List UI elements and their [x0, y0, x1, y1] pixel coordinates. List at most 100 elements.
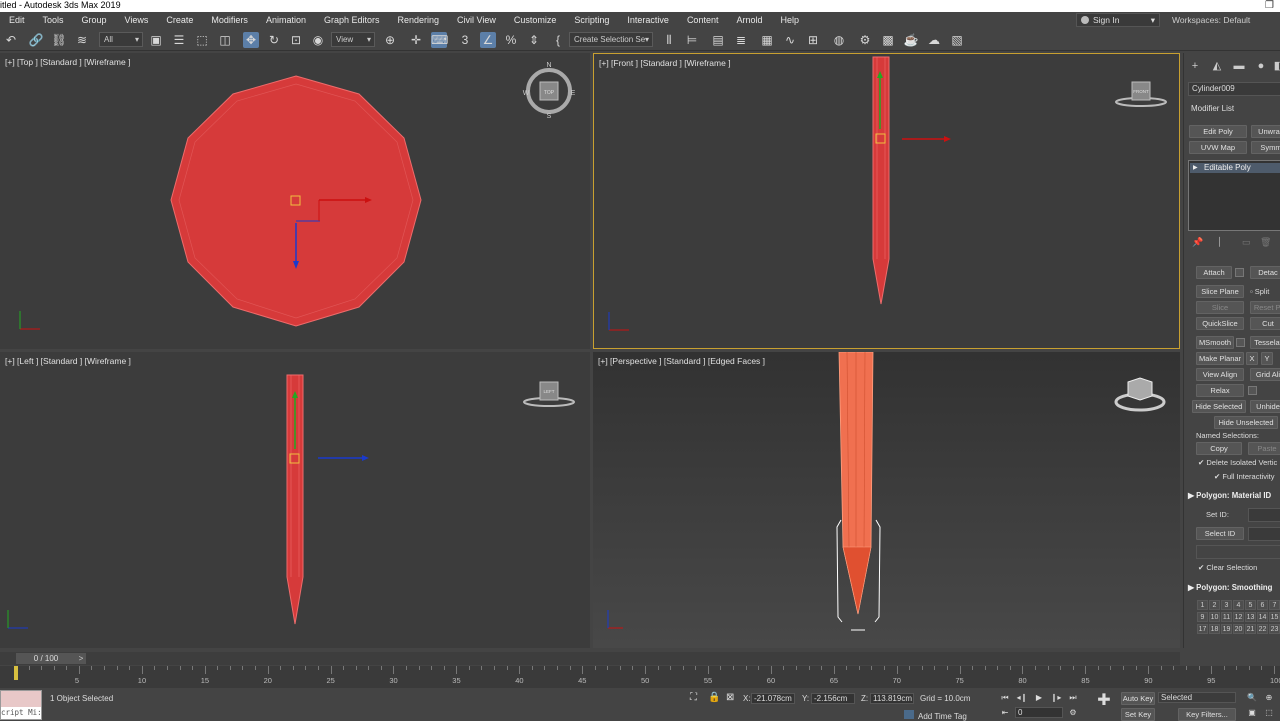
pin-stack-icon[interactable]: 📌 — [1192, 237, 1203, 248]
quickslice-button[interactable]: QuickSlice — [1196, 317, 1244, 330]
select-object-icon[interactable]: ▣ — [148, 32, 164, 48]
modifier-list-dropdown[interactable]: Modifier List — [1188, 103, 1280, 117]
sg-10[interactable]: 10 — [1209, 612, 1220, 622]
snaps-toggle-icon[interactable]: 3 — [457, 32, 473, 48]
sg-5[interactable]: 5 — [1245, 600, 1256, 610]
link-icon[interactable]: 🔗 — [28, 32, 44, 48]
expand-triangle-icon[interactable]: ▶ — [1193, 163, 1198, 173]
menu-arnold[interactable]: Arnold — [727, 12, 771, 28]
clear-selection-checkbox[interactable]: ✔ Clear Selection — [1198, 563, 1257, 572]
set-id-spinner[interactable] — [1248, 508, 1280, 522]
cut-button[interactable]: Cut — [1250, 317, 1280, 330]
schematic-view-icon[interactable]: ⊞ — [805, 32, 821, 48]
delete-isolated-checkbox[interactable]: ✔ Delete Isolated Vertic — [1198, 458, 1277, 467]
menu-create[interactable]: Create — [157, 12, 202, 28]
set-key-button[interactable]: Set Key — [1121, 708, 1155, 721]
menu-scripting[interactable]: Scripting — [565, 12, 618, 28]
render-setup-icon[interactable]: ⚙ — [857, 32, 873, 48]
track-bar[interactable]: 5 10 15 20 25 30 35 40 45 50 55 60 65 70 75 80 85 90 95 100 — [0, 666, 1280, 688]
menu-customize[interactable]: Customize — [505, 12, 566, 28]
material-name-dropdown[interactable] — [1196, 545, 1280, 559]
sg-4[interactable]: 4 — [1233, 600, 1244, 610]
msmooth-button[interactable]: MSmooth — [1196, 336, 1234, 349]
attach-settings-icon[interactable] — [1235, 268, 1244, 277]
selection-filter-dropdown[interactable]: All — [99, 32, 143, 47]
sg-3[interactable]: 3 — [1221, 600, 1232, 610]
time-slider-thumb[interactable]: 0 / 100 — [16, 653, 76, 664]
make-planar-y-button[interactable]: Y — [1261, 352, 1273, 365]
select-rotate-icon[interactable]: ↻ — [266, 32, 282, 48]
sign-in-dropdown[interactable]: Sign In ▾ — [1076, 13, 1160, 27]
menu-group[interactable]: Group — [73, 12, 116, 28]
zoom-all-icon[interactable]: ⊕ — [1262, 692, 1276, 704]
key-filters-button[interactable]: Key Filters... — [1178, 708, 1236, 721]
menu-views[interactable]: Views — [116, 12, 158, 28]
menu-interactive[interactable]: Interactive — [618, 12, 678, 28]
add-time-tag[interactable]: Add Time Tag — [904, 710, 967, 721]
uvw-map-button[interactable]: UVW Map — [1189, 141, 1247, 154]
undo-icon[interactable]: ↶ — [3, 32, 19, 48]
full-interactivity-checkbox[interactable]: ✔ Full Interactivity — [1214, 472, 1274, 481]
pivot-center-icon[interactable]: ⊕ — [382, 32, 398, 48]
attach-button[interactable]: Attach — [1196, 266, 1232, 279]
motion-tab-icon[interactable]: ● — [1254, 59, 1268, 73]
create-tab-icon[interactable]: + — [1188, 59, 1202, 73]
sg-9[interactable]: 9 — [1197, 612, 1208, 622]
view-align-button[interactable]: View Align — [1196, 368, 1244, 381]
select-id-button[interactable]: Select ID — [1196, 527, 1244, 540]
window-crossing-icon[interactable]: ◫ — [217, 32, 233, 48]
spinner-snap-icon[interactable]: ⇕ — [526, 32, 542, 48]
sg-17[interactable]: 17 — [1197, 624, 1208, 634]
placement-icon[interactable]: ◉ — [310, 32, 326, 48]
edit-poly-button[interactable]: Edit Poly — [1189, 125, 1247, 138]
sg-23[interactable]: 23 — [1269, 624, 1280, 634]
unwrap-button[interactable]: Unwrap — [1251, 125, 1280, 138]
object-name-field[interactable]: Cylinder009 — [1188, 82, 1280, 96]
viewport-perspective[interactable]: [+] [Perspective ] [Standard ] [Edged Fa… — [593, 352, 1180, 648]
hide-selected-button[interactable]: Hide Selected — [1192, 400, 1246, 413]
time-cursor[interactable] — [14, 666, 18, 680]
display-tab-icon[interactable]: ◧ — [1272, 59, 1280, 73]
current-frame-field[interactable]: 0 — [1015, 707, 1063, 718]
menu-animation[interactable]: Animation — [257, 12, 315, 28]
keyboard-shortcut-override-icon[interactable]: ⌨ — [431, 32, 448, 48]
detach-button[interactable]: Detac — [1250, 266, 1280, 279]
viewport-left[interactable]: [+] [Left ] [Standard ] [Wireframe ] LEF… — [0, 352, 590, 648]
sg-11[interactable]: 11 — [1221, 612, 1232, 622]
relax-settings-icon[interactable] — [1248, 386, 1257, 395]
zoom-extents-icon[interactable]: ▣ — [1245, 707, 1259, 719]
sg-13[interactable]: 13 — [1245, 612, 1256, 622]
select-manipulate-icon[interactable]: ✛ — [408, 32, 424, 48]
play-icon[interactable]: ▶ — [1032, 692, 1046, 704]
select-by-name-icon[interactable]: ☰ — [171, 32, 187, 48]
zoom-icon[interactable]: 🔍 — [1245, 692, 1259, 704]
render-production-icon[interactable]: ☕ — [903, 32, 919, 48]
edit-named-sets-icon[interactable]: { — [550, 32, 566, 48]
hierarchy-tab-icon[interactable]: ▬ — [1232, 59, 1246, 73]
sg-14[interactable]: 14 — [1257, 612, 1268, 622]
modifier-stack[interactable]: ▶ Editable Poly — [1188, 160, 1280, 231]
split-checkbox[interactable]: ▫ Split — [1250, 287, 1269, 296]
unhide-all-button[interactable]: Unhide — [1250, 400, 1280, 413]
render-cloud-icon[interactable]: ☁ — [926, 32, 942, 48]
make-planar-button[interactable]: Make Planar — [1196, 352, 1244, 365]
next-frame-icon[interactable]: ❙▸ — [1049, 692, 1063, 704]
sg-19[interactable]: 19 — [1221, 624, 1232, 634]
copy-selection-button[interactable]: Copy — [1196, 442, 1242, 455]
material-editor-icon[interactable]: ◍ — [831, 32, 847, 48]
bind-space-warp-icon[interactable]: ≋ — [74, 32, 90, 48]
hide-unselected-button[interactable]: Hide Unselected — [1214, 416, 1278, 429]
set-key-big-icon[interactable]: ✚ — [1095, 693, 1113, 715]
menu-help[interactable]: Help — [771, 12, 808, 28]
time-slider[interactable]: 0 / 100 > — [0, 652, 1180, 665]
unlink-icon[interactable]: ⛓ — [51, 32, 67, 48]
time-config-icon[interactable]: ⚙ — [1066, 707, 1080, 719]
curve-editor-icon[interactable]: ∿ — [782, 32, 798, 48]
sg-6[interactable]: 6 — [1257, 600, 1268, 610]
relax-button[interactable]: Relax — [1196, 384, 1244, 397]
go-to-start-icon[interactable]: ⏮ — [998, 692, 1012, 704]
sg-18[interactable]: 18 — [1209, 624, 1220, 634]
viewport-top[interactable]: [+] [Top ] [Standard ] [Wireframe ] TOP … — [0, 53, 590, 349]
msmooth-settings-icon[interactable] — [1236, 338, 1245, 347]
go-to-end-icon[interactable]: ⏭ — [1066, 692, 1080, 704]
